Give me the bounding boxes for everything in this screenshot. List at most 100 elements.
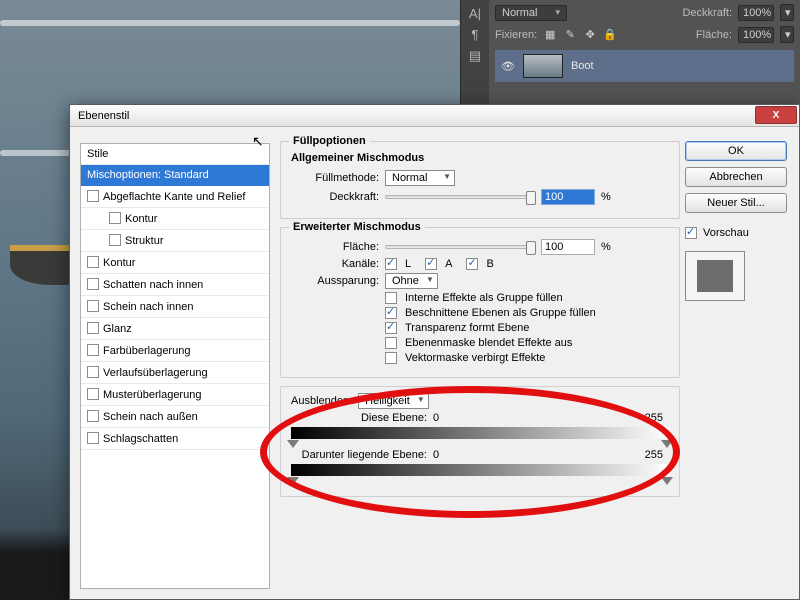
blend-method-select[interactable]: Normal [385,170,455,186]
under-min: 0 [433,449,439,461]
checkbox[interactable] [87,300,99,312]
style-item-outer-glow[interactable]: Schein nach außen [81,406,269,428]
this-min: 0 [433,412,439,424]
style-item-bevel[interactable]: Abgeflachte Kante und Relief [81,186,269,208]
checkbox[interactable] [87,256,99,268]
lock-label: Fixieren: [495,29,537,41]
style-item-satin[interactable]: Glanz [81,318,269,340]
close-button[interactable]: X [755,106,797,124]
dialog-titlebar[interactable]: Ebenenstil X [70,105,799,127]
opt2-checkbox[interactable] [385,322,397,334]
opt3-checkbox[interactable] [385,337,397,349]
fill-opacity-slider[interactable] [385,245,535,249]
options-area: Füllpoptionen Allgemeiner Mischmodus Fül… [280,141,680,589]
fill-stepper[interactable]: ▾ [780,26,794,43]
checkbox[interactable] [109,234,121,246]
fill-opacity-label: Fläche: [291,241,379,253]
percent-label: % [601,241,611,253]
opt2-label: Transparenz formt Ebene [405,322,529,334]
preview-swatch [685,251,745,301]
checkbox[interactable] [87,388,99,400]
fill-options-group: Füllpoptionen Allgemeiner Mischmodus Fül… [280,141,680,219]
dialog-buttons: OK Abbrechen Neuer Stil... Vorschau [685,141,787,301]
opacity-label: Deckkraft: [291,191,379,203]
checkbox[interactable] [87,432,99,444]
layers-panel: A| ¶ ▤ Normal Deckkraft: 100% ▾ Fixieren… [460,0,800,110]
opt0-checkbox[interactable] [385,292,397,304]
cancel-button[interactable]: Abbrechen [685,167,787,187]
layer-name[interactable]: Boot [571,60,594,72]
tool-strip: A| ¶ ▤ [461,0,489,110]
styles-header[interactable]: Stile [81,144,269,165]
wave-decor [0,20,460,26]
paragraph-icon[interactable]: ¶ [472,27,479,42]
advanced-legend: Erweiterter Mischmodus [289,221,425,233]
checkbox[interactable] [87,190,99,202]
styles-list: Stile Mischoptionen: Standard Abgeflacht… [80,143,270,589]
opt3-label: Ebenenmaske blendet Effekte aus [405,337,572,349]
checkbox[interactable] [87,278,99,290]
layer-row[interactable]: 👁 Boot [495,50,794,82]
channel-a-checkbox[interactable] [425,258,437,270]
opacity-stepper[interactable]: ▾ [780,4,794,21]
checkbox[interactable] [109,212,121,224]
lock-move-icon[interactable]: ✥ [583,28,597,41]
blend-method-label: Füllmethode: [291,172,379,184]
style-item-blending[interactable]: Mischoptionen: Standard [81,165,269,186]
checkbox[interactable] [87,366,99,378]
style-item-inner-glow[interactable]: Schein nach innen [81,296,269,318]
style-item-color-overlay[interactable]: Farbüberlagerung [81,340,269,362]
channels-label: Kanäle: [291,258,379,270]
channel-b-checkbox[interactable] [466,258,478,270]
checkbox[interactable] [87,322,99,334]
opacity-slider[interactable] [385,195,535,199]
style-item-contour[interactable]: Kontur [81,208,269,230]
lock-all-icon[interactable]: 🔒 [603,28,617,41]
knockout-select[interactable]: Ohne [385,273,438,289]
style-item-stroke[interactable]: Kontur [81,252,269,274]
layers-icon[interactable]: ▤ [469,48,481,64]
knockout-label: Aussparung: [291,275,379,287]
visibility-icon[interactable]: 👁 [501,60,515,73]
fill-opacity-input[interactable]: 100 [541,239,595,255]
under-max: 255 [645,449,663,461]
fill-label: Fläche: [696,29,732,41]
opacity-label: Deckkraft: [682,7,732,19]
new-style-button[interactable]: Neuer Stil... [685,193,787,213]
style-item-texture[interactable]: Struktur [81,230,269,252]
layer-thumbnail[interactable] [523,54,563,78]
under-layer-label: Darunter liegende Ebene: [297,449,427,461]
text-tool-icon[interactable]: A| [469,6,481,21]
advanced-blend-group: Erweiterter Mischmodus Fläche: 100 % Kan… [280,227,680,378]
this-max: 255 [645,412,663,424]
blend-mode-select[interactable]: Normal [495,5,567,21]
style-item-pattern-overlay[interactable]: Musterüberlagerung [81,384,269,406]
this-layer-gradient[interactable] [291,427,669,439]
under-layer-gradient[interactable] [291,464,669,476]
preview-label: Vorschau [703,227,749,239]
checkbox[interactable] [87,410,99,422]
channel-l-checkbox[interactable] [385,258,397,270]
style-item-drop-shadow[interactable]: Schlagschatten [81,428,269,450]
opacity-input[interactable]: 100 [541,189,595,205]
style-item-gradient-overlay[interactable]: Verlaufsüberlagerung [81,362,269,384]
checkbox[interactable] [87,344,99,356]
opacity-value[interactable]: 100% [738,5,774,21]
lock-paint-icon[interactable]: ✎ [563,28,577,41]
fill-value[interactable]: 100% [738,27,774,43]
opt0-label: Interne Effekte als Gruppe füllen [405,292,563,304]
opt1-checkbox[interactable] [385,307,397,319]
opt4-label: Vektormaske verbirgt Effekte [405,352,545,364]
blendif-select[interactable]: Helligkeit [358,393,429,409]
style-item-inner-shadow[interactable]: Schatten nach innen [81,274,269,296]
this-layer-label: Diese Ebene: [297,412,427,424]
layer-style-dialog: Ebenenstil X Stile Mischoptionen: Standa… [69,104,800,600]
opt4-checkbox[interactable] [385,352,397,364]
general-blend-heading: Allgemeiner Mischmodus [291,152,669,164]
percent-label: % [601,191,611,203]
lock-transparency-icon[interactable]: ▦ [543,28,557,41]
preview-checkbox[interactable] [685,227,697,239]
ok-button[interactable]: OK [685,141,787,161]
blendif-label: Ausblenden: [291,395,352,407]
dialog-title: Ebenenstil [78,110,129,122]
